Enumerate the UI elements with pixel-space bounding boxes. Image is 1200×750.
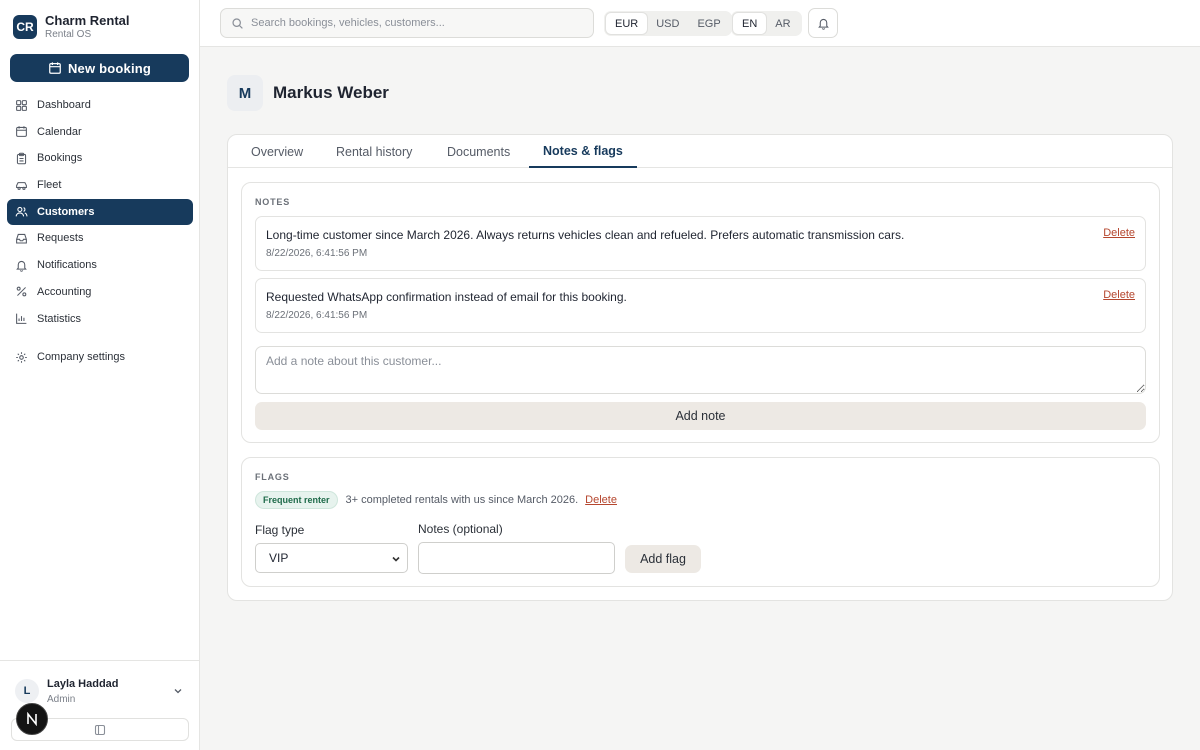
flag-notes-label: Notes (optional) — [418, 522, 503, 536]
car-icon — [16, 181, 27, 190]
search-box[interactable] — [220, 8, 594, 38]
dashboard-icon — [16, 99, 27, 111]
new-booking-label: New booking — [67, 60, 152, 76]
sidebar-item-label: Notifications — [37, 259, 97, 272]
inbox-icon — [16, 233, 27, 244]
flag-type-label: Flag type — [255, 523, 305, 537]
dev-tools-badge[interactable] — [16, 703, 48, 735]
sidebar-item-label: Accounting — [37, 285, 92, 298]
sidebar-item-customers[interactable]: Customers — [7, 198, 193, 225]
note-item: Long-time customer since March 2026. Alw… — [255, 216, 1146, 271]
delete-flag-button[interactable]: Delete — [585, 494, 617, 506]
flag-type-value: VIP — [269, 551, 289, 565]
flag-item: Frequent renter 3+ completed rentals wit… — [255, 491, 617, 509]
sidebar-item-statistics[interactable]: Statistics — [7, 306, 193, 332]
nav-separator — [7, 332, 193, 344]
sidebar-item-label: Dashboard — [37, 99, 91, 111]
note-text: Requested WhatsApp confirmation instead … — [266, 290, 627, 304]
tab-notes-flags[interactable]: Notes & flags — [529, 135, 637, 168]
calendar-plus-icon — [49, 62, 61, 74]
brand[interactable]: CR Charm Rental Rental OS — [13, 13, 130, 41]
sidebar-item-label: Requests — [37, 232, 84, 245]
page-title: Markus Weber — [273, 83, 389, 102]
brand-subtitle: Rental OS — [45, 29, 92, 40]
flag-type-select[interactable]: VIP — [255, 543, 408, 573]
sidebar-item-label: Statistics — [37, 312, 82, 325]
sidebar-nav: Dashboard Calendar Bookings Fleet Custom… — [7, 92, 193, 371]
note-date: 8/22/2026, 6:41:56 PM — [266, 248, 368, 259]
sidebar-item-label: Fleet — [37, 179, 62, 192]
add-flag-button[interactable]: Add flag — [625, 545, 701, 573]
chevron-down-icon — [392, 556, 400, 562]
bar-chart-icon — [16, 313, 27, 324]
notes-section-label: NOTES — [255, 197, 291, 207]
customer-avatar: M — [227, 75, 263, 111]
tab-overview[interactable]: Overview — [237, 135, 317, 168]
language-switcher: EN AR — [731, 11, 802, 36]
sidebar-toggle-icon — [94, 724, 106, 735]
currency-usd[interactable]: USD — [647, 13, 688, 34]
flags-panel: FLAGS Frequent renter 3+ completed renta… — [241, 457, 1160, 587]
sidebar-item-calendar[interactable]: Calendar — [7, 119, 193, 145]
note-item: Requested WhatsApp confirmation instead … — [255, 278, 1146, 333]
clipboard-icon — [16, 152, 27, 165]
sidebar-item-notifications[interactable]: Notifications — [7, 252, 193, 278]
topbar: EUR USD EGP EN AR — [200, 0, 1200, 47]
sidebar: CR Charm Rental Rental OS New booking Da… — [0, 0, 200, 750]
n-logo-icon — [27, 712, 37, 726]
sidebar-item-label: Customers — [37, 205, 95, 218]
bell-icon — [16, 260, 27, 272]
sidebar-item-label: Calendar — [37, 125, 82, 138]
flag-notes-input[interactable] — [418, 542, 615, 574]
brand-name: Charm Rental — [45, 13, 130, 28]
add-note-button[interactable]: Add note — [255, 402, 1146, 430]
tab-rental-history[interactable]: Rental history — [322, 135, 426, 168]
sidebar-item-label: Company settings — [37, 351, 126, 364]
note-date: 8/22/2026, 6:41:56 PM — [266, 310, 368, 321]
sidebar-item-company-settings[interactable]: Company settings — [7, 344, 193, 370]
note-text: Long-time customer since March 2026. Alw… — [266, 228, 905, 242]
customer-header: M Markus Weber — [227, 75, 389, 111]
search-input[interactable] — [251, 17, 581, 29]
user-name: Layla Haddad — [47, 678, 119, 690]
main-content: M Markus Weber Overview Rental history D… — [200, 47, 1200, 750]
currency-eur[interactable]: EUR — [606, 13, 648, 34]
delete-note-button[interactable]: Delete — [1103, 289, 1135, 301]
delete-note-button[interactable]: Delete — [1103, 227, 1135, 239]
language-en[interactable]: EN — [733, 13, 767, 34]
sidebar-item-bookings[interactable]: Bookings — [7, 145, 193, 171]
avatar: L — [15, 679, 39, 703]
language-ar[interactable]: AR — [766, 13, 799, 34]
brand-logo: CR — [13, 15, 37, 39]
flag-description: 3+ completed rentals with us since March… — [345, 494, 579, 506]
bell-icon — [817, 18, 829, 30]
sidebar-item-dashboard[interactable]: Dashboard — [7, 92, 193, 118]
calendar-icon — [16, 126, 27, 138]
user-role: Admin — [47, 694, 76, 705]
tab-bar: Overview Rental history Documents Notes … — [228, 135, 1172, 168]
percent-icon — [16, 286, 27, 297]
customer-card: Overview Rental history Documents Notes … — [227, 134, 1173, 601]
search-icon — [232, 17, 243, 29]
sidebar-item-label: Bookings — [37, 152, 83, 165]
note-textarea[interactable] — [255, 346, 1146, 394]
chevron-down-icon[interactable] — [172, 685, 184, 697]
notifications-button[interactable] — [808, 8, 838, 38]
sidebar-item-requests[interactable]: Requests — [7, 225, 193, 251]
gear-icon — [16, 351, 27, 363]
currency-egp[interactable]: EGP — [688, 13, 729, 34]
sidebar-item-fleet[interactable]: Fleet — [7, 172, 193, 198]
flags-section-label: FLAGS — [255, 472, 290, 482]
new-booking-button[interactable]: New booking — [10, 54, 189, 82]
sidebar-item-accounting[interactable]: Accounting — [7, 279, 193, 305]
notes-panel: NOTES Long-time customer since March 202… — [241, 182, 1160, 443]
tab-documents[interactable]: Documents — [433, 135, 524, 168]
users-icon — [15, 207, 28, 217]
flag-badge: Frequent renter — [255, 491, 338, 509]
currency-switcher: EUR USD EGP — [604, 11, 732, 36]
